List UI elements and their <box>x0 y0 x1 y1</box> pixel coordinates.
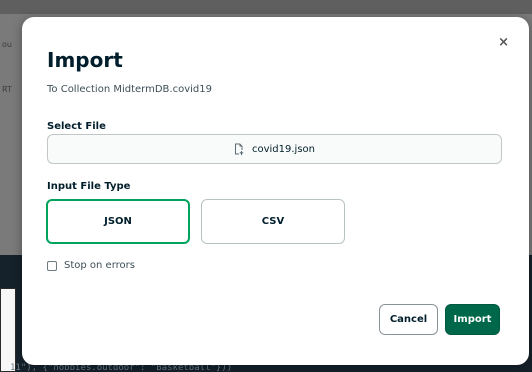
stop-on-errors-row: Stop on errors <box>47 260 135 271</box>
background-text-fragment: RT <box>2 85 12 94</box>
background-toolbar <box>0 0 532 14</box>
modal-subtitle: To Collection MidtermDB.covid19 <box>47 84 212 95</box>
import-button[interactable]: Import <box>445 304 500 335</box>
file-type-json-option[interactable]: JSON <box>46 199 190 244</box>
modal-title: Import <box>47 48 123 72</box>
import-modal: × Import To Collection MidtermDB.covid19… <box>22 17 529 365</box>
document-upload-icon <box>234 143 244 155</box>
stop-on-errors-checkbox[interactable] <box>47 260 57 271</box>
file-type-json-label: JSON <box>104 216 132 227</box>
select-file-button[interactable]: covid19.json <box>47 134 502 164</box>
selected-file-name: covid19.json <box>251 143 315 155</box>
cancel-button[interactable]: Cancel <box>379 304 438 335</box>
stop-on-errors-label[interactable]: Stop on errors <box>64 260 135 271</box>
background-side-panel <box>0 288 16 372</box>
select-file-label: Select File <box>47 121 106 132</box>
close-icon[interactable]: × <box>498 36 509 49</box>
file-type-csv-label: CSV <box>261 216 285 227</box>
background-text-fragment: ou <box>2 40 12 49</box>
input-file-type-label: Input File Type <box>47 181 131 192</box>
file-type-csv-option[interactable]: CSV <box>201 199 345 244</box>
